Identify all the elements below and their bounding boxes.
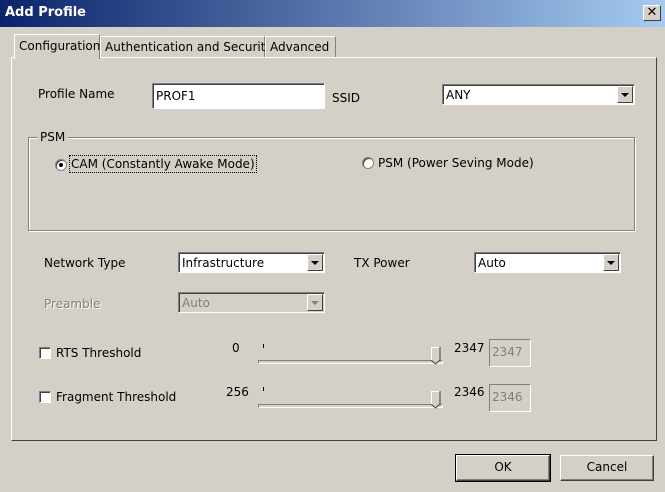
rts-min-tick bbox=[263, 344, 264, 348]
tab-configuration[interactable]: Configuration bbox=[14, 34, 100, 59]
chevron-down-icon bbox=[307, 294, 323, 311]
chevron-down-icon[interactable] bbox=[603, 254, 619, 271]
close-icon: ✕ bbox=[646, 5, 658, 20]
rts-min-label: 0 bbox=[232, 341, 240, 355]
cancel-button-label: Cancel bbox=[586, 460, 628, 474]
chevron-down-icon[interactable] bbox=[617, 86, 633, 103]
psm-radio[interactable] bbox=[362, 157, 374, 169]
rts-slider-track[interactable] bbox=[258, 360, 443, 364]
fragment-value: 2346 bbox=[492, 390, 523, 404]
tab-label: Authentication and Security bbox=[105, 40, 273, 54]
close-button[interactable]: ✕ bbox=[643, 5, 661, 21]
rts-value: 2347 bbox=[492, 345, 523, 359]
ok-button-label: OK bbox=[494, 460, 512, 474]
cancel-button[interactable]: Cancel bbox=[560, 455, 654, 481]
fragment-value-field: 2346 bbox=[489, 384, 531, 412]
tab-authentication-security[interactable]: Authentication and Security bbox=[100, 36, 273, 57]
txpower-label: TX Power bbox=[354, 256, 410, 270]
ssid-label: SSID bbox=[332, 91, 361, 105]
network-type-combo[interactable]: Infrastructure bbox=[178, 252, 325, 273]
psm-radio-label[interactable]: PSM (Power Seving Mode) bbox=[378, 156, 534, 170]
fragment-slider-track[interactable] bbox=[258, 404, 443, 408]
ssid-value: ANY bbox=[446, 88, 471, 102]
rts-threshold-checkbox[interactable] bbox=[39, 347, 51, 359]
fragment-slider-thumb[interactable] bbox=[431, 391, 441, 409]
add-profile-dialog: Add Profile ✕ Configuration Authenticati… bbox=[0, 0, 665, 492]
fragment-min-tick bbox=[263, 387, 264, 391]
psm-group bbox=[28, 137, 635, 231]
title-bar: Add Profile ✕ bbox=[0, 0, 665, 27]
fragment-threshold-label: Fragment Threshold bbox=[56, 390, 177, 404]
ssid-combo[interactable]: ANY bbox=[442, 84, 635, 105]
preamble-label: Preamble bbox=[44, 297, 101, 311]
fragment-threshold-checkbox[interactable] bbox=[39, 391, 51, 403]
network-type-value: Infrastructure bbox=[182, 256, 265, 270]
tab-advanced[interactable]: Advanced bbox=[265, 36, 336, 57]
tab-label: Configuration bbox=[19, 39, 101, 53]
psm-legend: PSM bbox=[37, 130, 69, 144]
network-type-label: Network Type bbox=[44, 256, 126, 270]
fragment-min-label: 256 bbox=[226, 385, 249, 399]
radio-selected-dot bbox=[59, 163, 63, 167]
ok-button[interactable]: OK bbox=[455, 454, 551, 482]
preamble-value: Auto bbox=[182, 296, 210, 310]
tab-panel-configuration bbox=[11, 57, 657, 441]
fragment-max-label: 2346 bbox=[454, 385, 485, 399]
rts-slider-thumb[interactable] bbox=[431, 347, 441, 365]
rts-max-label: 2347 bbox=[454, 341, 485, 355]
profile-name-label: Profile Name bbox=[38, 87, 115, 101]
rts-threshold-label: RTS Threshold bbox=[56, 346, 142, 360]
preamble-combo: Auto bbox=[178, 292, 325, 313]
rts-value-field: 2347 bbox=[489, 339, 531, 367]
cam-radio-label[interactable]: CAM (Constantly Awake Mode) bbox=[69, 155, 257, 173]
txpower-combo[interactable]: Auto bbox=[474, 252, 621, 273]
txpower-value: Auto bbox=[478, 256, 506, 270]
profile-name-input[interactable] bbox=[152, 83, 325, 109]
cam-radio[interactable] bbox=[55, 159, 67, 171]
chevron-down-icon[interactable] bbox=[307, 254, 323, 271]
tab-label: Advanced bbox=[270, 40, 330, 54]
window-title: Add Profile bbox=[5, 5, 86, 20]
